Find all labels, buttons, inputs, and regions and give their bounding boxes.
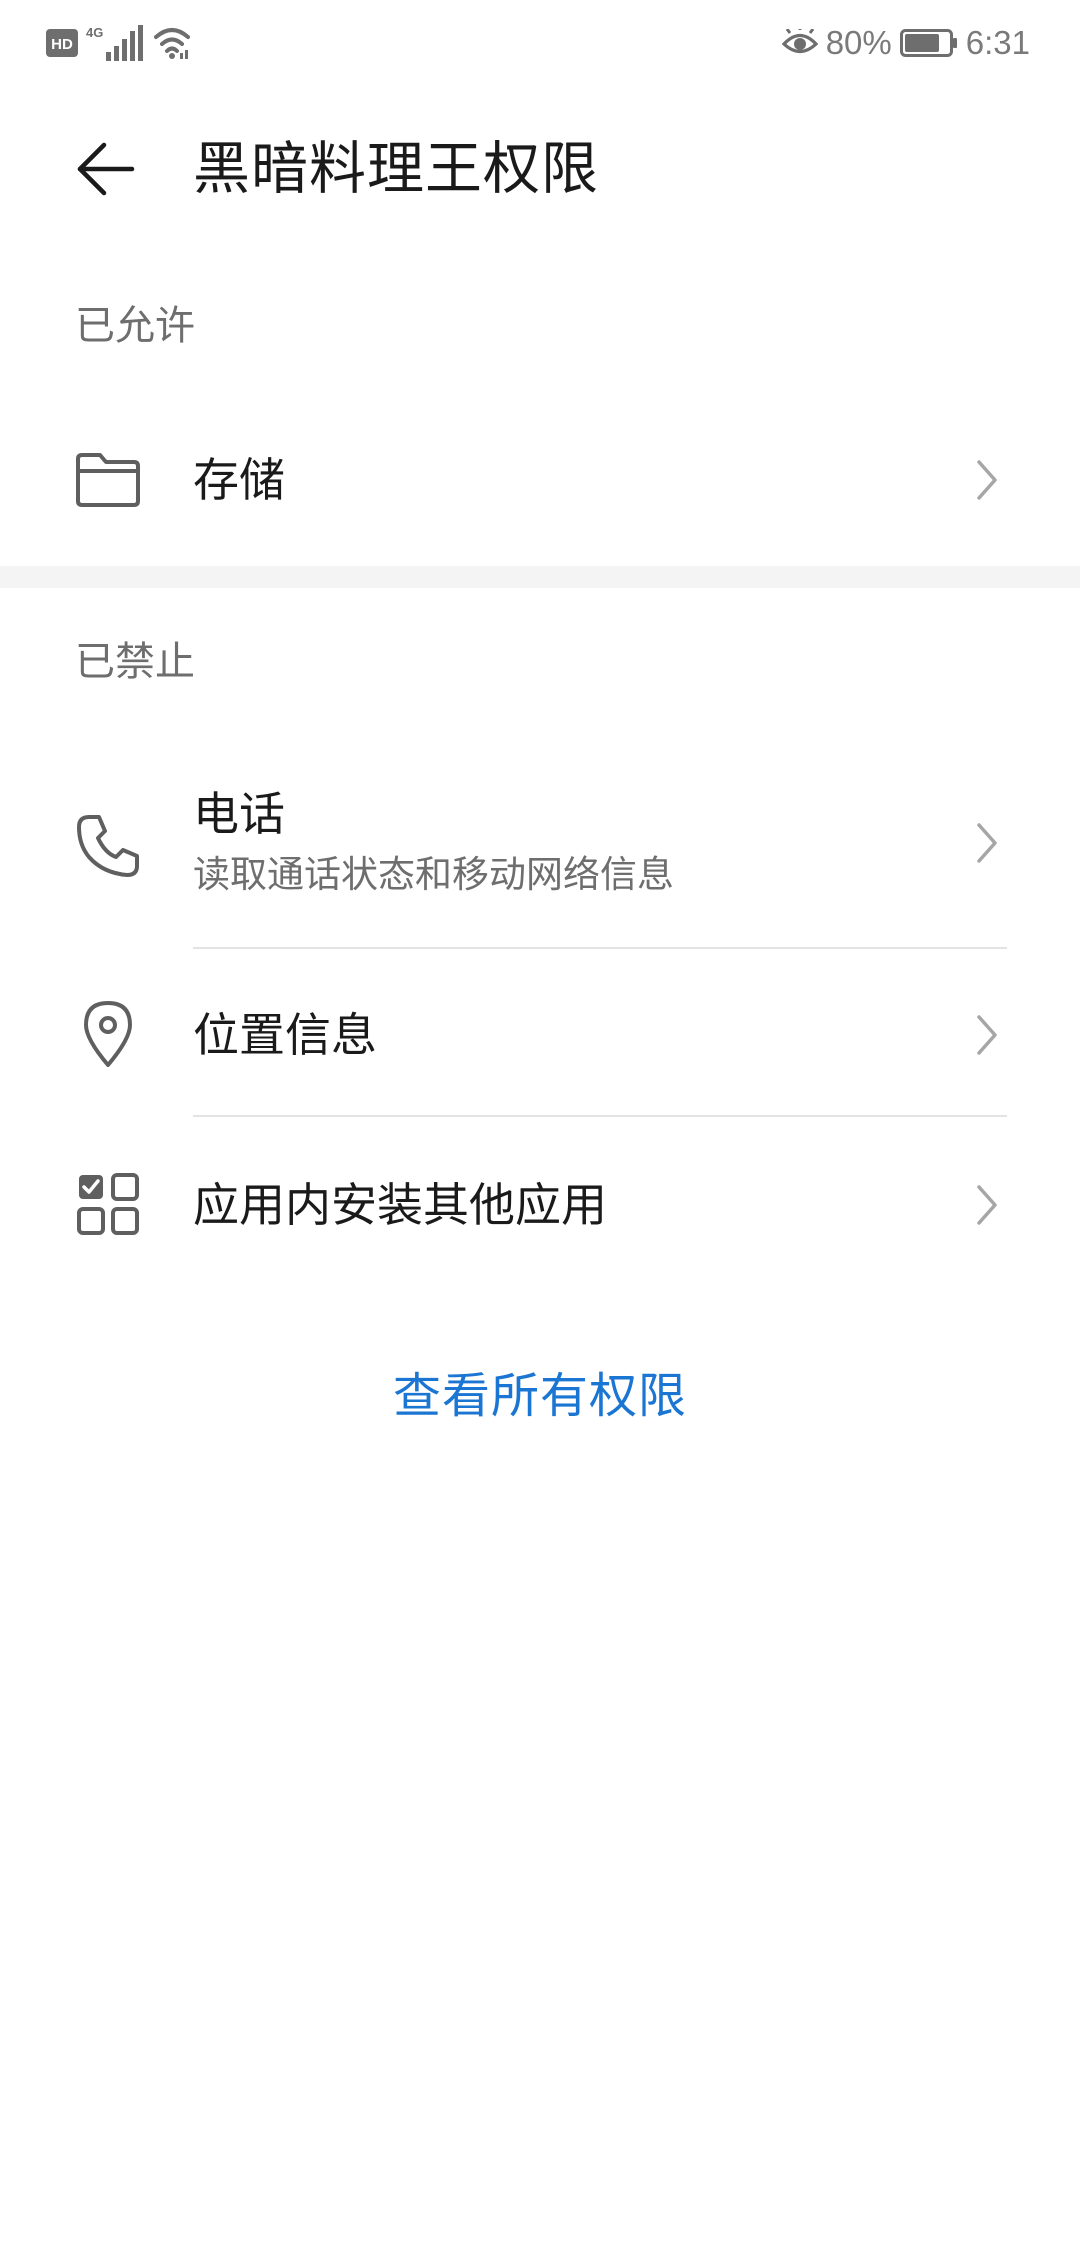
hd-icon: HD bbox=[46, 29, 78, 57]
app-grid-icon bbox=[72, 1168, 144, 1240]
phone-icon bbox=[72, 810, 144, 882]
view-all-permissions-link[interactable]: 查看所有权限 bbox=[0, 1366, 1080, 1426]
list-divider bbox=[193, 947, 1007, 949]
app-header: 黑暗料理王权限 bbox=[0, 110, 1080, 230]
svg-text:4G: 4G bbox=[86, 25, 103, 40]
battery-icon bbox=[899, 29, 957, 57]
permission-description: 读取通话状态和移动网络信息 bbox=[193, 853, 674, 896]
permission-item-phone[interactable]: 电话 读取通话状态和移动网络信息 bbox=[0, 770, 1080, 920]
permission-label: 位置信息 bbox=[193, 1008, 377, 1062]
chevron-right-icon bbox=[972, 818, 1002, 868]
wifi-icon bbox=[154, 28, 190, 59]
section-separator bbox=[0, 566, 1080, 588]
chevron-right-icon bbox=[972, 455, 1002, 505]
permission-label: 电话 bbox=[193, 787, 285, 841]
clock: 6:31 bbox=[965, 24, 1030, 61]
permission-label: 存储 bbox=[193, 453, 285, 507]
denied-section-header: 已禁止 bbox=[75, 639, 195, 685]
status-bar-left: HD 4G bbox=[46, 22, 192, 64]
location-pin-icon bbox=[72, 998, 144, 1070]
page-title: 黑暗料理王权限 bbox=[193, 136, 599, 202]
permission-item-install-apps[interactable]: 应用内安装其他应用 bbox=[0, 1150, 1080, 1260]
status-bar-right: 80% 6:31 bbox=[781, 22, 1030, 64]
svg-text:HD: HD bbox=[51, 36, 73, 53]
folder-icon bbox=[72, 444, 144, 516]
eye-comfort-icon bbox=[781, 29, 818, 54]
permission-item-location[interactable]: 位置信息 bbox=[0, 980, 1080, 1090]
permission-label: 应用内安装其他应用 bbox=[193, 1178, 607, 1232]
allowed-section-header: 已允许 bbox=[75, 303, 195, 349]
battery-fill bbox=[904, 34, 939, 52]
back-button[interactable] bbox=[68, 136, 144, 202]
chevron-right-icon bbox=[972, 1180, 1002, 1230]
cellular-signal-icon: 4G bbox=[86, 25, 143, 61]
status-bar: HD 4G 80% 6:31 bbox=[0, 0, 1080, 86]
back-arrow-icon bbox=[77, 142, 135, 196]
chevron-right-icon bbox=[972, 1010, 1002, 1060]
permission-item-storage[interactable]: 存储 bbox=[0, 430, 1080, 530]
list-divider bbox=[193, 1115, 1007, 1117]
battery-percent: 80% bbox=[825, 24, 892, 61]
